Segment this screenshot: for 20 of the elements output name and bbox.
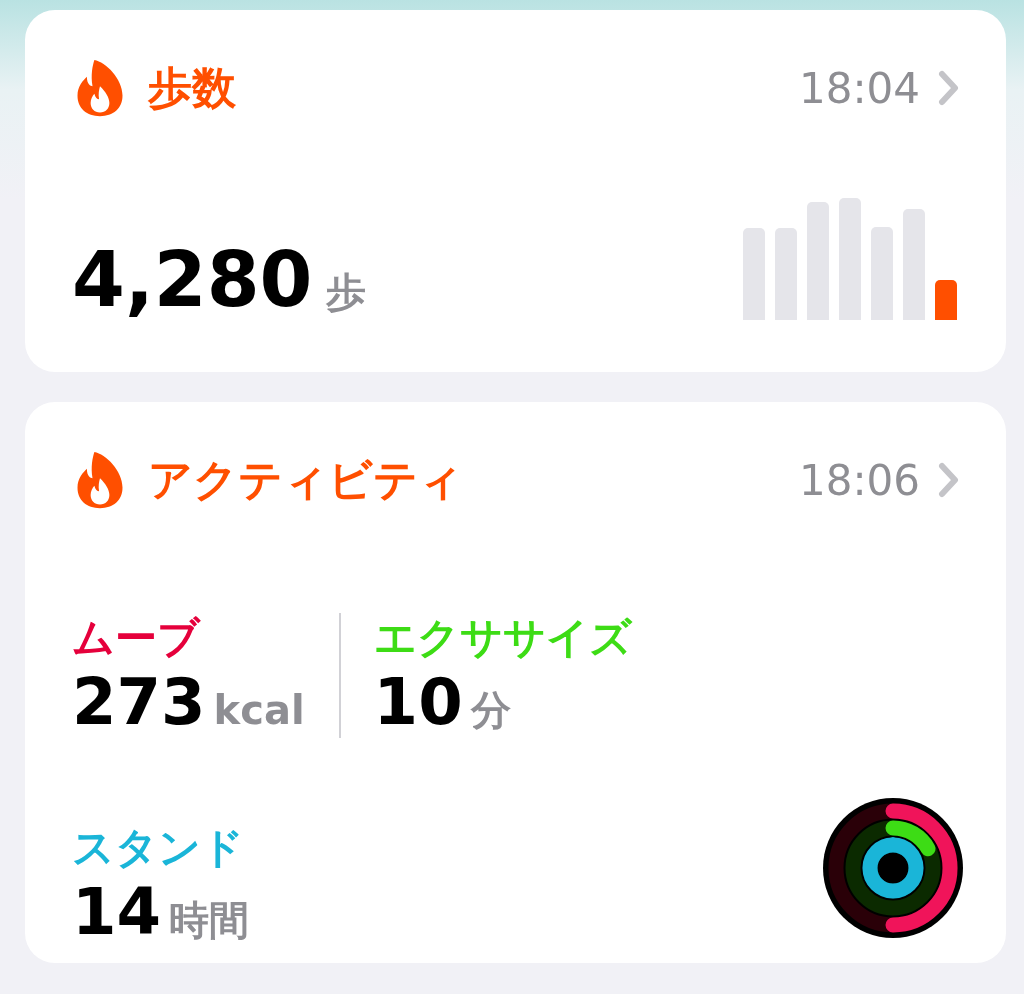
metric-unit: 分 xyxy=(470,686,511,736)
metric-label: スタンド xyxy=(72,823,245,874)
chart-bar xyxy=(935,280,957,320)
step-unit: 歩 xyxy=(326,269,367,315)
metric-value: 14 xyxy=(72,877,162,948)
metric-value: 10 xyxy=(373,667,463,738)
chevron-icon[interactable] xyxy=(938,70,960,106)
steps-card[interactable]: 歩数 18:04 4,280 歩 xyxy=(25,10,1006,372)
timestamp: 18:04 xyxy=(798,63,920,113)
card-title: 歩数 xyxy=(148,60,237,115)
metric-label: ムーブ xyxy=(72,613,202,664)
step-count: 4,280 xyxy=(72,235,313,324)
card-title: アクティビティ xyxy=(148,452,464,507)
activity-card[interactable]: アクティビティ 18:06 ムーブ 273 kcal エクササイズ 10 分 スタンド 14 時間 xyxy=(25,402,1006,963)
metric-label: エクササイズ xyxy=(373,613,632,664)
metric-unit: kcal xyxy=(213,687,305,734)
metric-value: 273 xyxy=(72,667,206,738)
chevron-icon[interactable] xyxy=(938,462,960,498)
metric-unit: 時間 xyxy=(169,896,250,946)
timestamp: 18:06 xyxy=(798,455,920,505)
